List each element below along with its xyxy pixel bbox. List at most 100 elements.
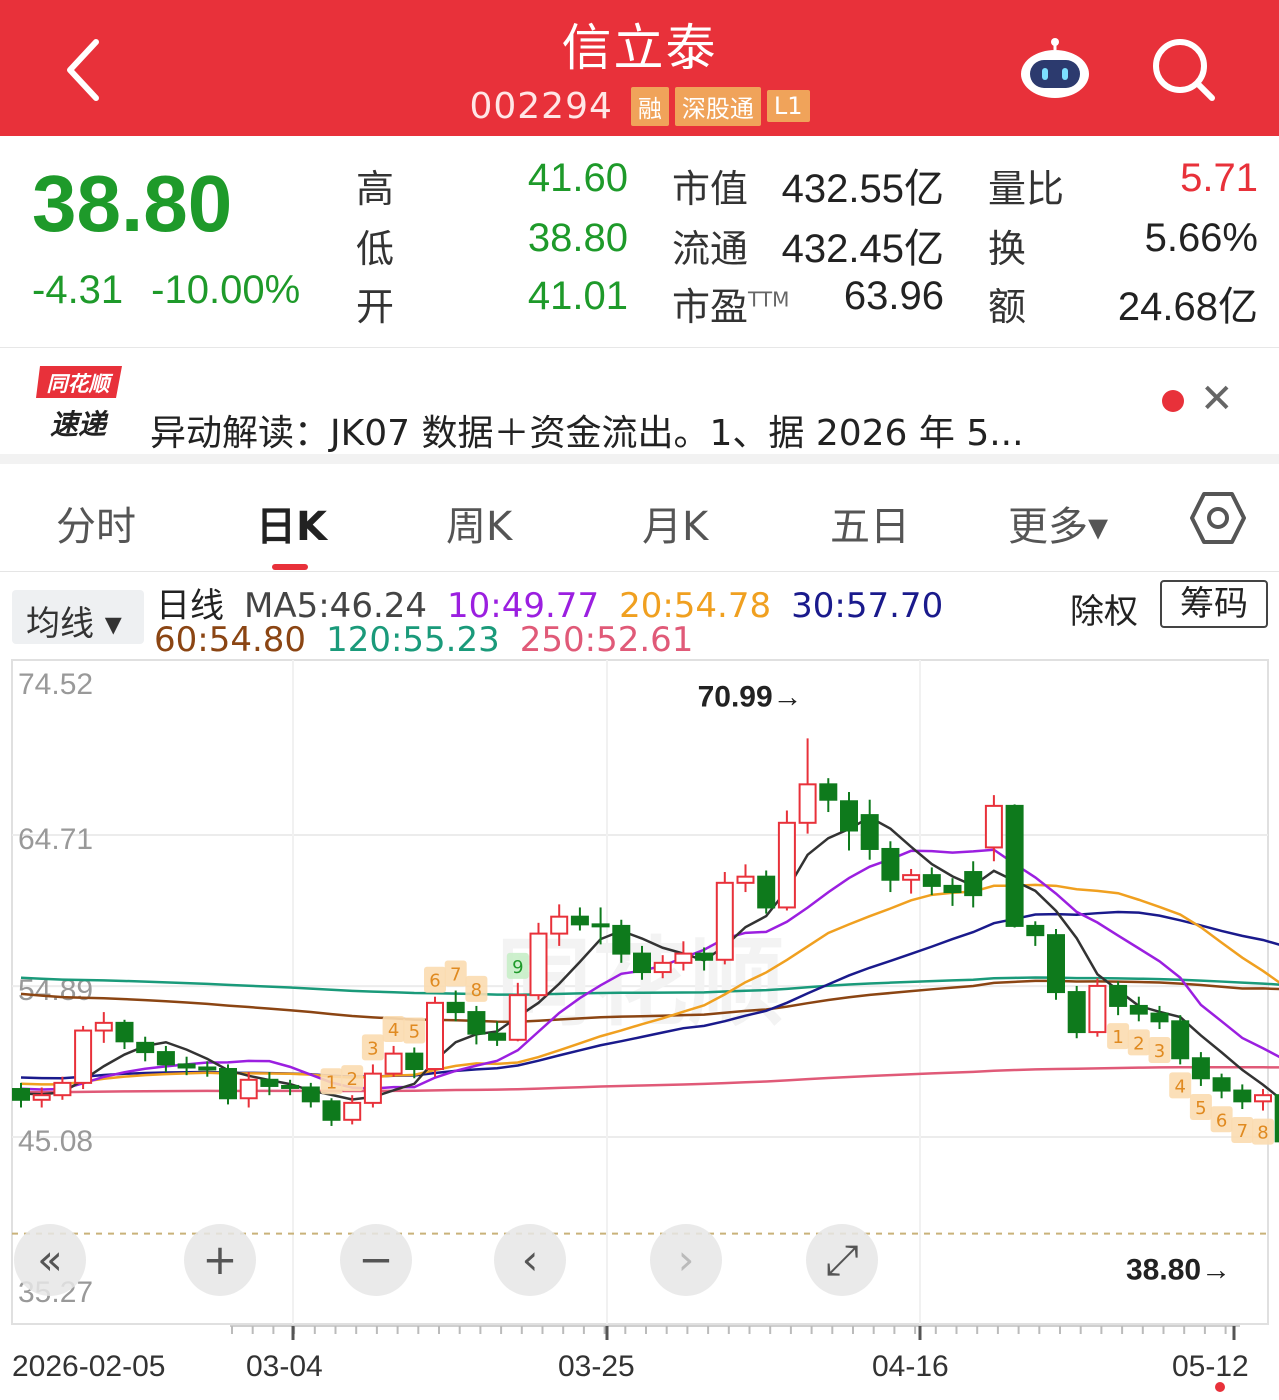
candle: [777, 810, 796, 911]
tab-five-day[interactable]: 五日: [830, 494, 910, 552]
zoom-in-button[interactable]: +: [184, 1224, 256, 1296]
candle-body: [777, 821, 796, 909]
unread-dot: [1162, 390, 1184, 412]
ma30-value: 30:57.70: [791, 586, 944, 626]
x-tick-label: 03-04: [246, 1350, 323, 1383]
candle-body: [736, 875, 755, 884]
low-label: 低: [356, 227, 395, 271]
candle-body: [281, 1084, 300, 1089]
candle-body: [570, 915, 589, 926]
candle-body: [1150, 1012, 1169, 1023]
kline-svg[interactable]: 74.5264.7154.8945.0835.27同花顺123456789123…: [0, 656, 1279, 1396]
candle: [426, 996, 444, 1077]
candle-body: [819, 783, 838, 801]
candle: [922, 867, 941, 896]
candle-body: [343, 1101, 362, 1121]
candle: [1191, 1052, 1210, 1086]
price-change: -4.31 -10.00%: [32, 268, 328, 313]
nine-turn-mark: 3: [361, 1034, 384, 1061]
fullscreen-button[interactable]: ⤢: [806, 1224, 878, 1296]
ex-rights-toggle[interactable]: 除权: [1070, 584, 1138, 633]
indicator-selector[interactable]: 均线 ▾: [12, 590, 144, 644]
today-dot: [1215, 1382, 1225, 1392]
candle-body: [1233, 1089, 1252, 1103]
candle-body: [1005, 804, 1024, 927]
nine-turn-mark: 9: [506, 952, 529, 979]
candle: [881, 841, 900, 893]
candle-body: [902, 874, 921, 881]
candle-body: [798, 783, 817, 824]
control-button-icon: ‹: [522, 1235, 539, 1284]
tab-weekly-k[interactable]: 周K: [446, 494, 512, 552]
candle: [1171, 1015, 1190, 1065]
search-icon[interactable]: [1150, 36, 1216, 102]
prev-button[interactable]: ‹: [494, 1224, 566, 1296]
candle: [94, 1012, 113, 1043]
candle-body: [757, 875, 776, 909]
robot-assistant-icon[interactable]: [1018, 36, 1092, 100]
candle-body: [695, 952, 714, 961]
nine-turn-mark: 3: [1148, 1037, 1171, 1064]
candle: [1212, 1073, 1231, 1099]
candle-body: [219, 1068, 237, 1100]
candle-body: [74, 1029, 93, 1084]
candle-body: [1171, 1020, 1190, 1060]
candle-body: [136, 1041, 155, 1054]
y-tick-label: 74.52: [18, 668, 93, 701]
candle-body: [1254, 1094, 1272, 1103]
candle: [715, 872, 734, 965]
tonghuashun-express-logo: 同花顺 速递: [36, 364, 124, 441]
nine-turn-mark: 7: [1231, 1117, 1254, 1144]
nine-turn-mark: 6: [424, 966, 446, 993]
tab-daily-k[interactable]: 日K: [256, 494, 327, 552]
candle: [1005, 804, 1024, 928]
nine-turn-mark: 5: [1189, 1093, 1212, 1120]
mktcap-value: 432.55亿: [781, 167, 944, 211]
x-tick-label: 04-16: [872, 1350, 949, 1383]
news-headline[interactable]: 异动解读：JK07 数据＋资金流出。1、据 2026 年 5...: [150, 404, 1024, 456]
candle-body: [405, 1052, 424, 1071]
candle-body: [1129, 1004, 1148, 1015]
ma120-value: 120:55.23: [326, 620, 500, 660]
nine-turn-number: 5: [409, 1021, 420, 1042]
candle-body: [446, 1001, 465, 1014]
candle-body: [177, 1063, 196, 1069]
nine-turn-number: 6: [1216, 1110, 1227, 1131]
close-icon[interactable]: ✕: [1200, 376, 1234, 422]
tab-monthly-k[interactable]: 月K: [642, 494, 708, 552]
amount-value: 24.68亿: [1117, 285, 1258, 329]
ma60-value: 60:54.80: [154, 620, 307, 660]
x-tick-label: 2026-02-05: [12, 1350, 165, 1383]
zoom-out-button[interactable]: −: [340, 1224, 412, 1296]
candle-body: [964, 871, 983, 897]
candle: [964, 861, 983, 908]
candle: [219, 1064, 237, 1105]
vol-ratio-label: 量比: [988, 167, 1065, 211]
next-button[interactable]: ›: [650, 1224, 722, 1296]
candle: [943, 878, 962, 906]
nine-turn-mark: 1: [320, 1068, 343, 1095]
nine-turn-number: 2: [346, 1069, 357, 1090]
app-header: 信立泰 002294 融深股通 L1: [0, 0, 1279, 136]
pe-value: 63.96: [843, 274, 944, 318]
candle-body: [1047, 934, 1065, 994]
change-percent: -10.00%: [151, 268, 301, 312]
settings-icon[interactable]: [1190, 490, 1246, 546]
nine-turn-mark: 6: [1210, 1106, 1233, 1133]
candle-body: [1088, 984, 1107, 1034]
candle-body: [322, 1100, 341, 1121]
candle-body: [12, 1088, 30, 1101]
candle-body: [94, 1021, 113, 1032]
candle-body: [984, 804, 1003, 849]
candle-body: [591, 923, 610, 928]
change-amount: -4.31: [32, 268, 124, 312]
tab-intraday[interactable]: 分时: [56, 494, 136, 552]
news-ticker[interactable]: 同花顺 速递 异动解读：JK07 数据＋资金流出。1、据 2026 年 5...: [0, 350, 1279, 454]
scroll-left-button[interactable]: «: [14, 1224, 86, 1296]
nine-turn-mark: 4: [1169, 1072, 1192, 1099]
tab-more[interactable]: 更多▾: [1008, 494, 1108, 552]
candle: [529, 922, 548, 1000]
chip-distribution-button[interactable]: 筹码: [1160, 580, 1268, 628]
open-label: 开: [356, 285, 395, 329]
kline-chart[interactable]: 74.5264.7154.8945.0835.27同花顺123456789123…: [0, 656, 1279, 1396]
